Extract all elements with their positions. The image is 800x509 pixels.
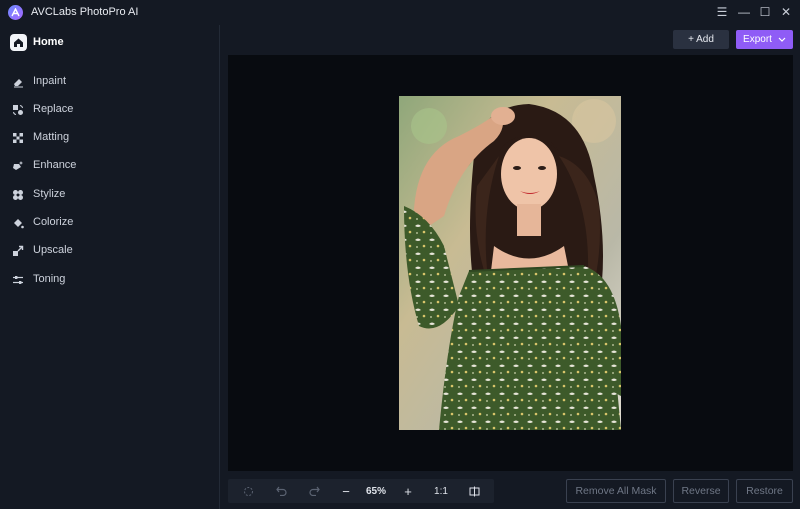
restore-button[interactable]: Restore: [736, 479, 793, 503]
sidebar-item-label: Colorize: [33, 216, 74, 228]
sidebar-item-label: Matting: [33, 131, 70, 143]
reverse-button[interactable]: Reverse: [673, 479, 729, 503]
chevron-down-icon: [778, 35, 786, 44]
sidebar-item-label: Replace: [33, 103, 74, 115]
eraser-icon: [12, 75, 24, 88]
sidebar-item-label: Enhance: [33, 159, 77, 171]
sidebar-item-toning[interactable]: Toning: [12, 271, 65, 287]
sidebar-item-enhance[interactable]: Enhance: [12, 157, 76, 173]
undo-icon[interactable]: [271, 479, 291, 503]
redo-icon[interactable]: [304, 479, 324, 503]
zoom-level: 65%: [365, 485, 386, 497]
maximize-icon[interactable]: ☐: [756, 4, 774, 20]
canvas-toolbar: − 65% + 1:1: [228, 479, 494, 503]
sidebar-item-label: Home: [33, 36, 64, 48]
image-canvas[interactable]: [228, 55, 793, 471]
minimize-icon[interactable]: —: [735, 4, 753, 20]
remove-all-mask-button[interactable]: Remove All Mask: [566, 479, 666, 503]
menu-icon[interactable]: ☰: [713, 4, 731, 20]
title-bar: AVCLabs PhotoPro AI ☰ — ☐ ✕: [0, 0, 800, 25]
avclabs-logo-icon: [8, 5, 23, 20]
close-icon[interactable]: ✕: [777, 4, 795, 20]
sidebar-item-replace[interactable]: Replace: [12, 101, 73, 117]
sidebar-item-label: Upscale: [33, 244, 73, 256]
actual-size-button[interactable]: 1:1: [430, 479, 452, 503]
stylize-icon: [12, 188, 24, 200]
sidebar-item-home[interactable]: Home: [10, 33, 64, 51]
export-button[interactable]: Export: [736, 30, 793, 49]
compare-icon[interactable]: [464, 479, 484, 503]
lasso-icon[interactable]: [238, 479, 258, 503]
enhance-icon: [12, 159, 24, 171]
sidebar-item-label: Toning: [33, 273, 66, 285]
sidebar-item-stylize[interactable]: Stylize: [12, 186, 65, 202]
home-icon: [10, 33, 27, 51]
export-button-label: Export: [743, 34, 772, 45]
upscale-icon: [12, 244, 24, 256]
sidebar-item-matting[interactable]: Matting: [12, 129, 69, 145]
replace-icon: [12, 103, 24, 115]
preview-photo: [399, 96, 621, 430]
sidebar-item-label: Inpaint: [33, 75, 67, 87]
zoom-out-button[interactable]: −: [336, 479, 356, 503]
toning-icon: [12, 273, 24, 285]
sidebar-item-colorize[interactable]: Colorize: [12, 214, 73, 230]
sidebar-item-label: Stylize: [33, 188, 66, 200]
sidebar-item-upscale[interactable]: Upscale: [12, 242, 73, 258]
add-button[interactable]: + Add: [673, 30, 729, 49]
add-button-label: + Add: [688, 34, 714, 45]
colorize-icon: [12, 216, 24, 229]
sidebar-item-inpaint[interactable]: Inpaint: [12, 73, 66, 89]
matting-icon: [12, 131, 24, 143]
zoom-in-button[interactable]: +: [398, 479, 418, 503]
sidebar: Home Inpaint Replace Matting Enhance Sty…: [0, 25, 220, 509]
app-title: AVCLabs PhotoPro AI: [31, 6, 139, 18]
